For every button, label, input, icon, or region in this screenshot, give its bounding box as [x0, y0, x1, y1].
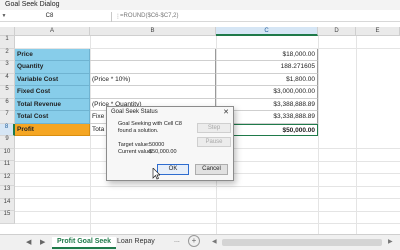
- cell-a2[interactable]: Price: [15, 48, 90, 61]
- current-value: $50,000.00: [149, 149, 177, 155]
- row-header-8[interactable]: 8: [0, 123, 15, 136]
- row-header-4[interactable]: 4: [0, 73, 15, 86]
- goal-seek-status-dialog: Goal Seek Status ✕ Goal Seeking with Cel…: [106, 106, 234, 181]
- column-header-b[interactable]: B: [90, 27, 216, 36]
- row-header-11[interactable]: 11: [0, 161, 15, 174]
- cell-a4[interactable]: Variable Cost: [15, 73, 90, 86]
- column-header-d[interactable]: D: [318, 27, 356, 36]
- gridline: [356, 36, 357, 234]
- cell-a6[interactable]: Total Revenue: [15, 98, 90, 111]
- cell-c5[interactable]: $3,000,000.00: [216, 86, 318, 99]
- cell-a3[interactable]: Quantity: [15, 61, 90, 74]
- row-header-9[interactable]: 9: [0, 136, 15, 149]
- cell-a8[interactable]: Profit: [15, 123, 90, 136]
- target-value-label: Target value:: [118, 142, 150, 148]
- sheet-tab-bar: ◀ ▶ Profit Goal Seek Loan Repay ... + ◀ …: [0, 234, 400, 250]
- cell-c3[interactable]: 188.271605: [216, 61, 318, 74]
- cell-c4[interactable]: $1,800.00: [216, 73, 318, 86]
- tab-loan-repay[interactable]: Loan Repay: [112, 237, 160, 249]
- tab-profit-goal-seek[interactable]: Profit Goal Seek: [52, 237, 117, 249]
- dialog-title: Goal Seek Status: [111, 109, 158, 115]
- name-box-value: C8: [45, 13, 54, 19]
- dialog-message: Goal Seeking with Cell C8 found a soluti…: [118, 121, 182, 134]
- select-all-corner[interactable]: [0, 27, 15, 36]
- current-value-label: Current value:: [118, 149, 153, 155]
- mouse-pointer-icon: [152, 168, 160, 180]
- chevron-down-icon[interactable]: ▼: [0, 13, 8, 19]
- cell-a7[interactable]: Total Cost: [15, 111, 90, 124]
- column-header-a[interactable]: A: [15, 27, 90, 36]
- formula-bar: C8 ▼ ⋮ =ROUND($C6-$C7,2): [0, 12, 400, 22]
- step-button[interactable]: Step: [197, 123, 231, 133]
- gridline: [15, 198, 400, 199]
- add-sheet-icon[interactable]: +: [188, 235, 200, 247]
- name-box[interactable]: C8 ▼: [0, 12, 112, 22]
- cell-b2[interactable]: [90, 48, 216, 61]
- window-title: Goal Seek Dialog: [5, 1, 60, 8]
- row-header-6[interactable]: 6: [0, 98, 15, 111]
- close-icon[interactable]: ✕: [223, 108, 229, 116]
- gridline: [318, 36, 319, 234]
- scroll-left-icon[interactable]: ◀: [212, 238, 217, 245]
- gridline: [15, 223, 400, 224]
- ok-button[interactable]: OK: [157, 164, 189, 175]
- cell-b5[interactable]: [90, 86, 216, 99]
- row-header-3[interactable]: 3: [0, 61, 15, 74]
- title-bar: Goal Seek Dialog: [0, 0, 400, 10]
- cancel-button[interactable]: Cancel: [195, 164, 228, 175]
- column-header-c[interactable]: C: [216, 27, 318, 36]
- formula-input[interactable]: =ROUND($C6-$C7,2): [120, 13, 179, 19]
- scroll-tabs-left-icon[interactable]: ◀: [26, 238, 31, 246]
- row-header-7[interactable]: 7: [0, 111, 15, 124]
- cell-b3[interactable]: [90, 61, 216, 74]
- gridline: [15, 210, 400, 212]
- row-header-10[interactable]: 10: [0, 148, 15, 161]
- row-header-13[interactable]: 13: [0, 186, 15, 199]
- target-value: 50000: [149, 142, 165, 148]
- row-header-1[interactable]: 1: [0, 36, 15, 49]
- scroll-tabs-right-icon[interactable]: ▶: [40, 238, 45, 246]
- row-header-15[interactable]: 15: [0, 211, 15, 224]
- cell-b4[interactable]: (Price * 10%): [90, 73, 216, 86]
- cell-c2[interactable]: $18,000.00: [216, 48, 318, 61]
- pause-button[interactable]: Pause: [197, 137, 231, 147]
- row-header-12[interactable]: 12: [0, 173, 15, 186]
- row-header-2[interactable]: 2: [0, 48, 15, 61]
- column-header-e[interactable]: E: [356, 27, 400, 36]
- row-header-14[interactable]: 14: [0, 198, 15, 211]
- row-header-5[interactable]: 5: [0, 86, 15, 99]
- gridline: [15, 185, 400, 187]
- horizontal-scrollbar[interactable]: [222, 239, 382, 246]
- cell-a5[interactable]: Fixed Cost: [15, 86, 90, 99]
- scroll-right-icon[interactable]: ▶: [388, 238, 393, 245]
- more-tabs-icon[interactable]: ...: [174, 237, 180, 244]
